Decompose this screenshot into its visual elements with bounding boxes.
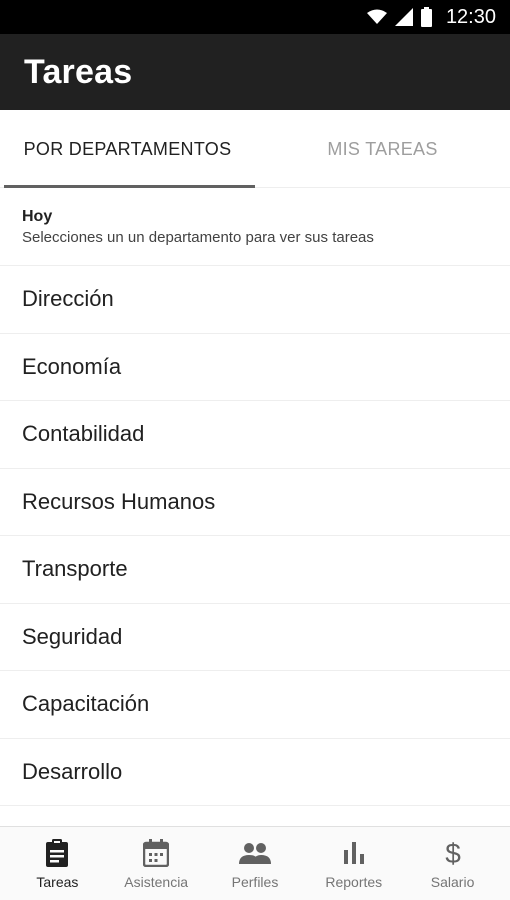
tab-por-departamentos[interactable]: POR DEPARTAMENTOS bbox=[0, 110, 255, 188]
section-hint: Selecciones un un departamento para ver … bbox=[22, 229, 374, 246]
list-subheader: Hoy Selecciones un un departamento para … bbox=[0, 188, 510, 266]
nav-salario[interactable]: $ Salario bbox=[405, 838, 501, 890]
nav-asistencia[interactable]: Asistencia bbox=[108, 838, 204, 890]
section-heading: Hoy bbox=[22, 208, 53, 225]
list-item-contabilidad[interactable]: Contabilidad bbox=[0, 401, 510, 469]
list-item-economia[interactable]: Economía bbox=[0, 334, 510, 401]
list-item-capacitacion[interactable]: Capacitación bbox=[0, 671, 510, 739]
cell-signal-icon bbox=[394, 8, 413, 26]
people-icon bbox=[238, 838, 271, 868]
list-item-desarrollo[interactable]: Desarrollo bbox=[0, 739, 510, 806]
nav-tareas[interactable]: Tareas bbox=[9, 838, 105, 890]
tab-mis-tareas[interactable]: MIS TAREAS bbox=[255, 110, 510, 188]
list-item-direccion[interactable]: Dirección bbox=[0, 266, 510, 334]
nav-label: Perfiles bbox=[231, 873, 279, 890]
status-time: 12:30 bbox=[445, 5, 496, 28]
nav-label: Salario bbox=[430, 873, 475, 890]
list-item-transporte[interactable]: Transporte bbox=[0, 536, 510, 604]
status-bar: 12:30 bbox=[0, 0, 510, 34]
clipboard-icon bbox=[45, 838, 69, 868]
nav-perfiles[interactable]: Perfiles bbox=[207, 838, 303, 890]
page-title: Tareas bbox=[24, 52, 133, 91]
nav-label: Tareas bbox=[36, 873, 79, 890]
calendar-icon bbox=[143, 838, 170, 868]
list-item-seguridad[interactable]: Seguridad bbox=[0, 604, 510, 671]
bottom-navigation: Tareas Asistencia Perfiles Reportes $ Sa… bbox=[0, 826, 510, 900]
nav-label: Asistencia bbox=[124, 873, 189, 890]
tab-label: MIS TAREAS bbox=[327, 138, 438, 159]
nav-reportes[interactable]: Reportes bbox=[306, 838, 402, 890]
battery-icon bbox=[420, 7, 432, 27]
list-item-recursos-humanos[interactable]: Recursos Humanos bbox=[0, 469, 510, 536]
wifi-icon bbox=[366, 9, 387, 25]
bar-chart-icon bbox=[342, 838, 366, 868]
svg-text:$: $ bbox=[445, 838, 461, 868]
dollar-icon: $ bbox=[443, 838, 463, 868]
tab-label: POR DEPARTAMENTOS bbox=[23, 138, 232, 159]
department-list: Dirección Economía Contabilidad Recursos… bbox=[0, 266, 510, 806]
tab-bar: POR DEPARTAMENTOS MIS TAREAS bbox=[0, 110, 510, 188]
nav-label: Reportes bbox=[325, 873, 383, 890]
app-bar: Tareas bbox=[0, 34, 510, 110]
